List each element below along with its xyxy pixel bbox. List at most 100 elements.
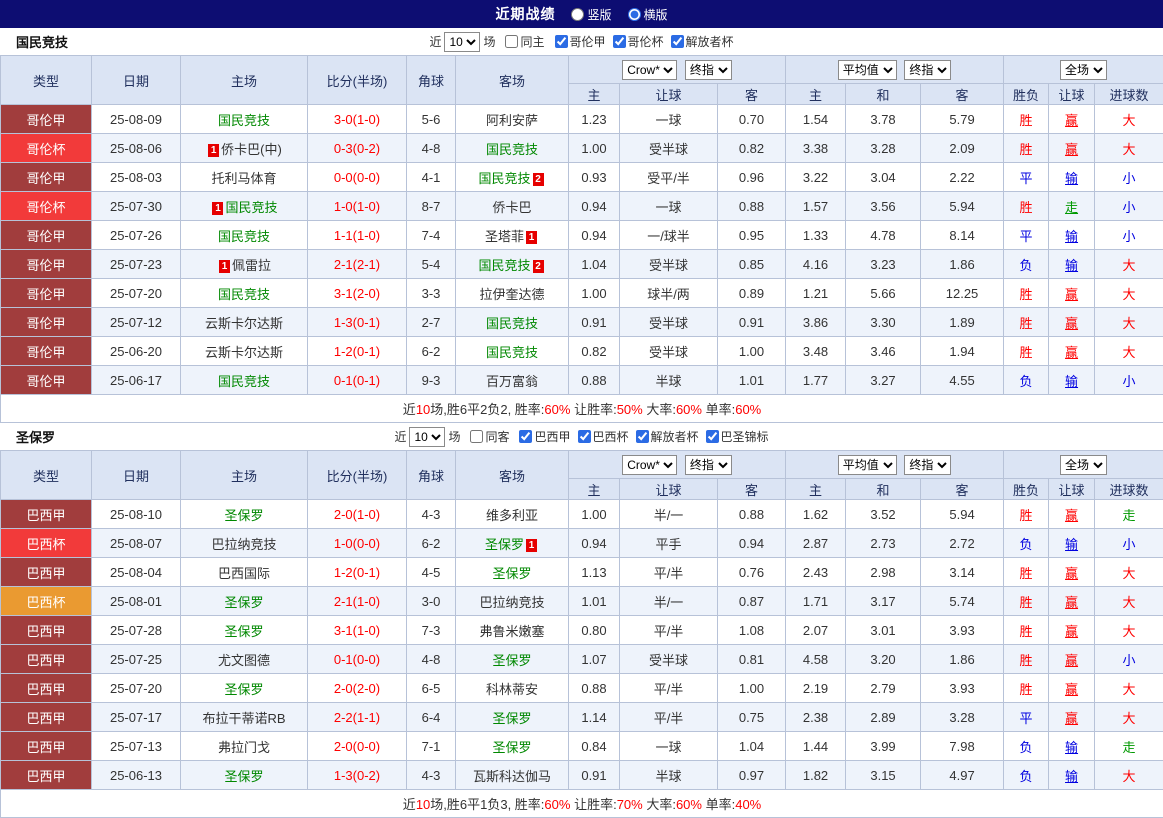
team-name[interactable]: 国民竞技 xyxy=(478,258,530,273)
league-checkbox[interactable] xyxy=(612,34,626,48)
team-name[interactable]: 国民竞技 xyxy=(486,345,538,360)
team-name[interactable]: 拉伊奎达德 xyxy=(479,287,544,302)
team-name[interactable]: 圣保罗 xyxy=(485,537,524,552)
score-cell[interactable]: 1-1(1-0) xyxy=(307,220,407,250)
score-cell[interactable]: 1-0(1-0) xyxy=(307,191,407,221)
team-name[interactable]: 圣保罗 xyxy=(224,769,263,784)
score-cell[interactable]: 0-0(0-0) xyxy=(307,162,407,192)
team-name[interactable]: 圣保罗 xyxy=(224,682,263,697)
team-name[interactable]: 圣保罗 xyxy=(492,653,531,668)
league-checkbox[interactable] xyxy=(705,429,719,443)
scope-select[interactable]: 全场 xyxy=(1060,59,1108,80)
team-name[interactable]: 百万富翁 xyxy=(486,374,538,389)
same-venue-filter[interactable]: 同客 xyxy=(470,428,509,445)
team-name[interactable]: 佩雷拉 xyxy=(232,258,271,273)
team-name[interactable]: 圣保罗 xyxy=(224,595,263,610)
layout-vertical-option[interactable]: 竖版 xyxy=(571,6,612,23)
odds-company-select[interactable]: Crow* xyxy=(622,454,678,475)
vertical-radio[interactable] xyxy=(571,7,585,21)
score-cell[interactable]: 2-1(2-1) xyxy=(307,249,407,279)
score-cell[interactable]: 0-1(0-1) xyxy=(307,365,407,395)
col-handicap-line: 让球 xyxy=(619,83,718,105)
same-venue-checkbox[interactable] xyxy=(470,430,484,443)
score-cell[interactable]: 0-3(0-2) xyxy=(307,133,407,163)
team-name[interactable]: 侨卡巴 xyxy=(492,200,531,215)
score-cell[interactable]: 3-1(2-0) xyxy=(307,278,407,308)
league-filter[interactable]: 巴西甲 xyxy=(519,428,571,445)
team-name[interactable]: 国民竞技 xyxy=(218,229,270,244)
league-filter[interactable]: 巴圣锦标 xyxy=(705,428,769,445)
league-filter[interactable]: 哥伦甲 xyxy=(554,33,606,50)
score-cell[interactable]: 3-1(1-0) xyxy=(307,615,407,645)
team-name[interactable]: 瓦斯科达伽马 xyxy=(473,769,551,784)
league-filter[interactable]: 巴西杯 xyxy=(577,428,629,445)
league-checkbox[interactable] xyxy=(577,429,591,443)
score-cell[interactable]: 2-0(0-0) xyxy=(307,731,407,761)
team-name[interactable]: 国民竞技 xyxy=(218,374,270,389)
team-name[interactable]: 巴拉纳竞技 xyxy=(479,595,544,610)
league-filter[interactable]: 哥伦杯 xyxy=(612,33,664,50)
layout-horizontal-option[interactable]: 横版 xyxy=(627,6,668,23)
score-cell[interactable]: 1-3(0-2) xyxy=(307,760,407,790)
match-row: 巴西甲 25-07-13 弗拉门戈 2-0(0-0) 7-1 圣保罗 0.84 一球 1.04 1… xyxy=(0,731,1163,761)
team-name[interactable]: 国民竞技 xyxy=(218,113,270,128)
team-name[interactable]: 国民竞技 xyxy=(486,142,538,157)
league-checkbox[interactable] xyxy=(519,429,533,443)
match-count-select[interactable]: 10 xyxy=(409,426,446,447)
team-name[interactable]: 圣保罗 xyxy=(492,740,531,755)
handicap-final-select[interactable]: 终指 xyxy=(684,59,732,80)
scope-select[interactable]: 全场 xyxy=(1060,454,1108,475)
team-name[interactable]: 圣塔菲 xyxy=(485,229,524,244)
team-name[interactable]: 布拉干蒂诺RB xyxy=(202,711,285,726)
match-count-select[interactable]: 10 xyxy=(444,31,481,52)
league-filter-label: 解放者杯 xyxy=(650,429,699,444)
team-name[interactable]: 维多利亚 xyxy=(486,508,538,523)
league-checkbox[interactable] xyxy=(635,429,649,443)
average-select[interactable]: 平均值 xyxy=(837,454,897,475)
same-venue-checkbox[interactable] xyxy=(505,35,519,48)
score-cell[interactable]: 1-2(0-1) xyxy=(307,336,407,366)
europe-final-select[interactable]: 终指 xyxy=(904,59,952,80)
team-name[interactable]: 云斯卡尔达斯 xyxy=(205,316,283,331)
team-name[interactable]: 尤文图德 xyxy=(218,653,270,668)
europe-final-select[interactable]: 终指 xyxy=(904,454,952,475)
score-cell[interactable]: 1-2(0-1) xyxy=(307,557,407,587)
score-cell[interactable]: 1-0(0-0) xyxy=(307,528,407,558)
same-venue-filter[interactable]: 同主 xyxy=(505,33,545,50)
goals-result-cell: 大 xyxy=(1094,702,1163,732)
team-name[interactable]: 圣保罗 xyxy=(224,508,263,523)
team-name[interactable]: 阿利安萨 xyxy=(486,113,538,128)
team-name[interactable]: 国民竞技 xyxy=(486,316,538,331)
score-cell[interactable]: 2-0(2-0) xyxy=(307,673,407,703)
handicap-final-select[interactable]: 终指 xyxy=(684,454,732,475)
result-cell: 胜 xyxy=(1003,307,1050,337)
score-cell[interactable]: 0-1(0-0) xyxy=(307,644,407,674)
average-select[interactable]: 平均值 xyxy=(837,59,897,80)
team-name[interactable]: 圣保罗 xyxy=(224,624,263,639)
team-name[interactable]: 弗鲁米嫩塞 xyxy=(479,624,544,639)
score-cell[interactable]: 3-0(1-0) xyxy=(307,104,407,134)
league-filter[interactable]: 解放者杯 xyxy=(670,33,734,50)
league-filter[interactable]: 解放者杯 xyxy=(635,428,699,445)
team-name[interactable]: 国民竞技 xyxy=(218,287,270,302)
team-name[interactable]: 科林蒂安 xyxy=(486,682,538,697)
score-cell[interactable]: 2-1(1-0) xyxy=(307,586,407,616)
league-checkbox[interactable] xyxy=(554,34,568,48)
team-name[interactable]: 云斯卡尔达斯 xyxy=(205,345,283,360)
odds-company-select[interactable]: Crow* xyxy=(622,59,678,80)
team-name[interactable]: 侨卡巴(中) xyxy=(221,142,282,157)
team-name[interactable]: 巴西国际 xyxy=(218,566,270,581)
team-name[interactable]: 托利马体育 xyxy=(211,171,276,186)
team-name[interactable]: 国民竞技 xyxy=(478,171,530,186)
home-team-cell: 国民竞技 xyxy=(180,104,308,134)
horizontal-radio[interactable] xyxy=(627,7,641,21)
score-cell[interactable]: 1-3(0-1) xyxy=(307,307,407,337)
team-name[interactable]: 圣保罗 xyxy=(492,711,531,726)
team-name[interactable]: 国民竞技 xyxy=(225,200,277,215)
team-name[interactable]: 巴拉纳竞技 xyxy=(211,537,276,552)
team-name[interactable]: 圣保罗 xyxy=(492,566,531,581)
score-cell[interactable]: 2-2(1-1) xyxy=(307,702,407,732)
score-cell[interactable]: 2-0(1-0) xyxy=(307,499,407,529)
league-checkbox[interactable] xyxy=(670,34,684,48)
team-name[interactable]: 弗拉门戈 xyxy=(218,740,270,755)
